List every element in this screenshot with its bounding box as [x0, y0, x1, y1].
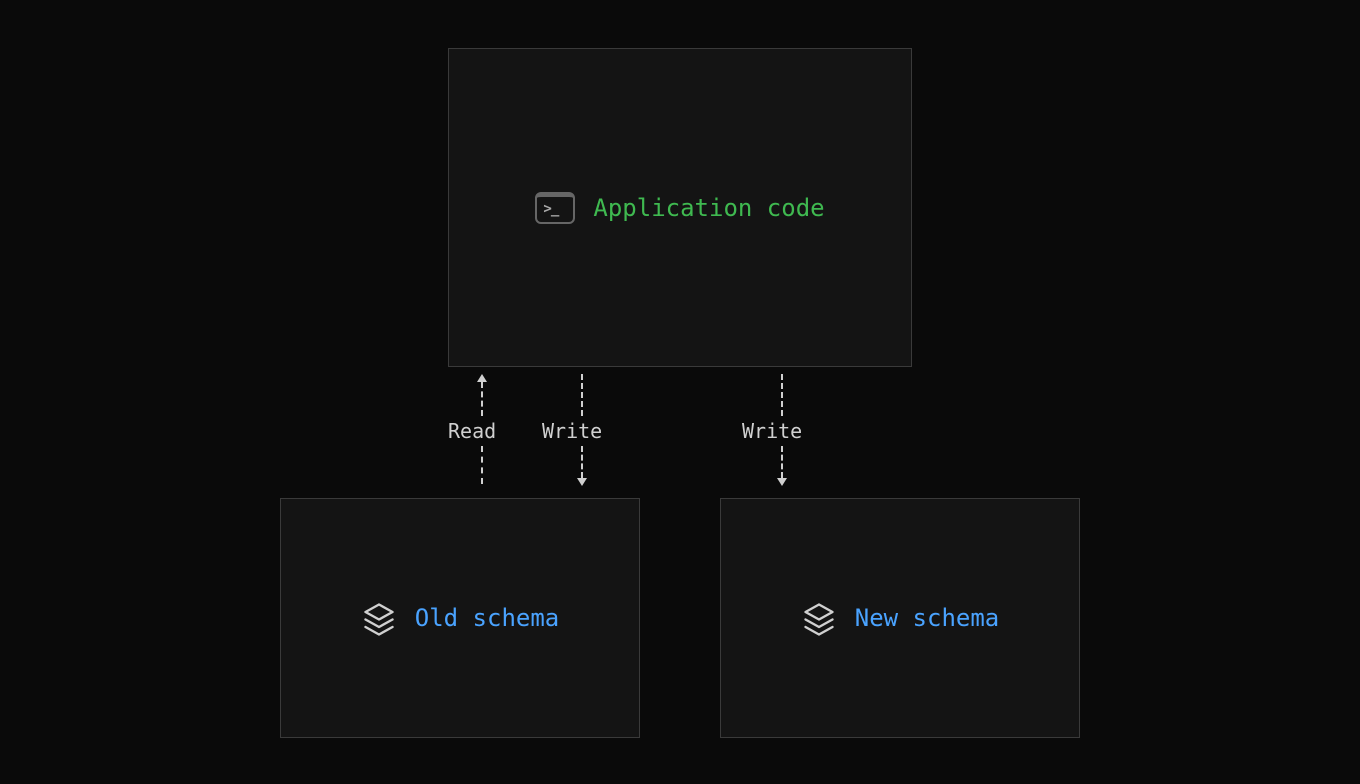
old-schema-box: Old schema	[280, 498, 640, 738]
arrowhead-down-icon	[577, 478, 587, 486]
write-label-new: Write	[742, 419, 802, 443]
read-label: Read	[448, 419, 496, 443]
arrowhead-down-icon	[777, 478, 787, 486]
terminal-icon: >_	[535, 192, 575, 224]
write-label-old: Write	[542, 419, 602, 443]
application-code-label: Application code	[593, 194, 824, 222]
layers-icon	[361, 600, 397, 636]
application-code-box: >_ Application code	[448, 48, 912, 367]
arrowhead-up-icon	[477, 374, 487, 382]
layers-icon	[801, 600, 837, 636]
old-schema-label: Old schema	[415, 604, 560, 632]
new-schema-label: New schema	[855, 604, 1000, 632]
new-schema-box: New schema	[720, 498, 1080, 738]
